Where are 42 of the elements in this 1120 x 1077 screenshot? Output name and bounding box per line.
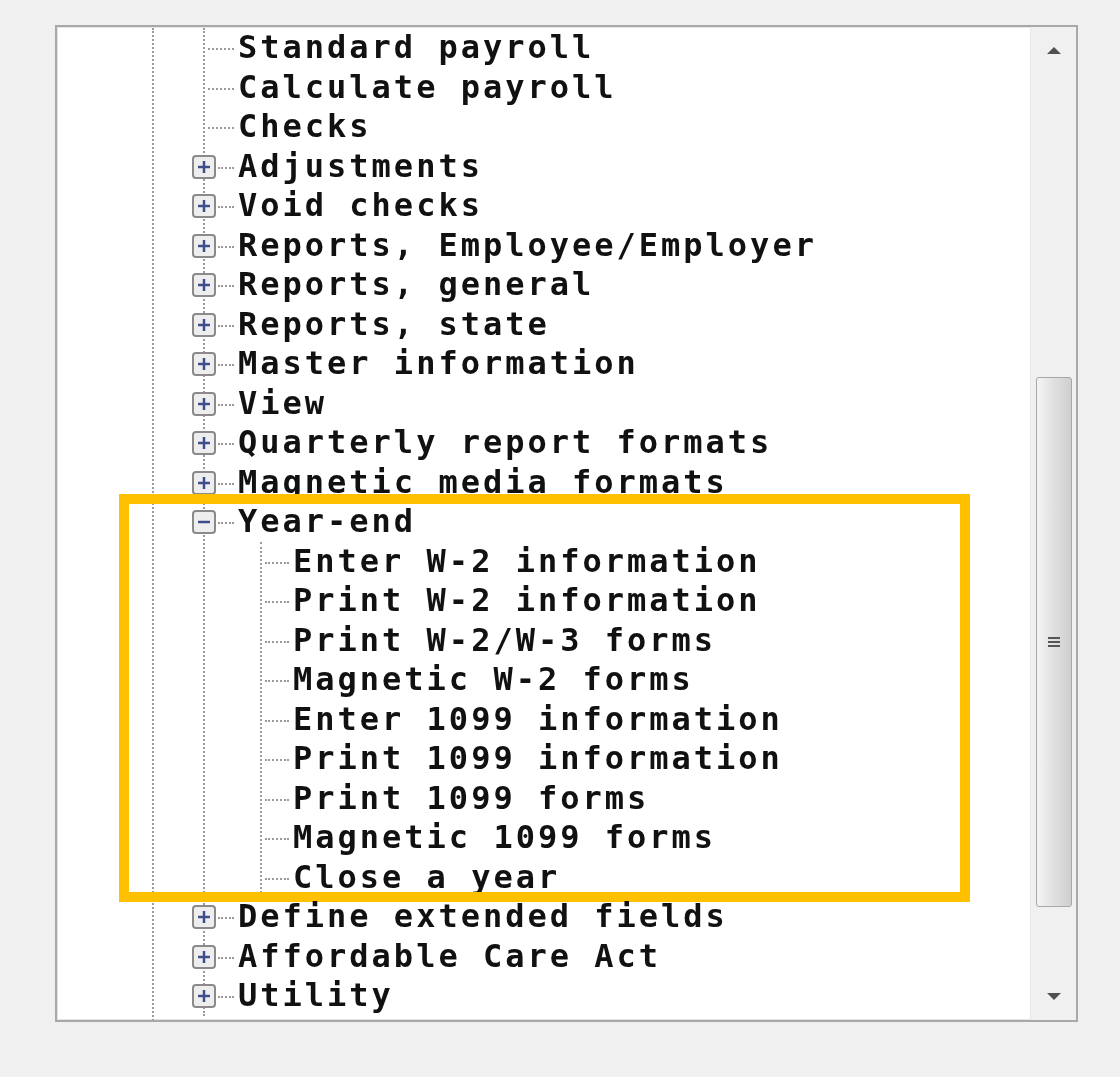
tree-item[interactable]: View [238,383,328,423]
plus-icon[interactable] [192,905,216,929]
tree-item[interactable]: Reports, Employee/Employer [238,225,817,265]
plus-icon[interactable] [192,352,216,376]
scroll-thumb[interactable] [1035,377,1072,907]
plus-icon[interactable] [192,984,216,1008]
plus-icon[interactable] [192,233,216,258]
plus-icon[interactable] [192,312,216,337]
tree-item[interactable]: Print 1099 forms [293,778,650,818]
minus-icon[interactable] [192,510,216,534]
plus-icon[interactable] [192,470,216,495]
tree-item[interactable]: Adjustments [238,146,483,186]
tree-item[interactable]: Magnetic W-2 forms [293,660,694,700]
tree-item[interactable]: Define extended fields [238,897,728,937]
tree-item[interactable]: Checks [238,107,372,147]
tree-item[interactable]: Void checks [238,186,483,226]
tree-item[interactable]: Calculate payroll [238,67,617,107]
tree-item[interactable]: Print W-2/W-3 forms [293,620,717,660]
tree-item[interactable]: Magnetic media formats [238,462,728,502]
tree-item[interactable]: Print 1099 information [293,739,783,779]
tree-item[interactable]: Standard payroll [238,28,595,68]
scrollbar[interactable] [1030,27,1076,1020]
plus-icon[interactable] [192,194,216,218]
tree-item[interactable]: Enter W-2 information [293,541,761,581]
tree-item[interactable]: Year-end [238,502,417,542]
tree-item[interactable]: Reports, state [238,304,550,344]
plus-icon[interactable] [192,431,216,455]
scroll-up-icon[interactable] [1045,45,1062,55]
plus-icon[interactable] [192,944,216,969]
plus-icon[interactable] [192,154,216,179]
tree-item[interactable]: Affordable Care Act [238,936,662,976]
plus-icon[interactable] [192,273,216,297]
tree-item[interactable]: Magnetic 1099 forms [293,818,717,858]
plus-icon[interactable] [192,391,216,416]
tree-item[interactable]: Reports, general [238,265,595,305]
tree-item[interactable]: Print W-2 information [293,581,761,621]
tree-item[interactable]: Enter 1099 information [293,699,783,739]
tree-item[interactable]: Quarterly report formats [238,423,773,463]
scroll-down-icon[interactable] [1045,992,1062,1002]
tree-item[interactable]: Utility [238,976,394,1016]
tree-item[interactable]: Master information [238,344,639,384]
tree-item[interactable]: Close a year [293,857,561,897]
